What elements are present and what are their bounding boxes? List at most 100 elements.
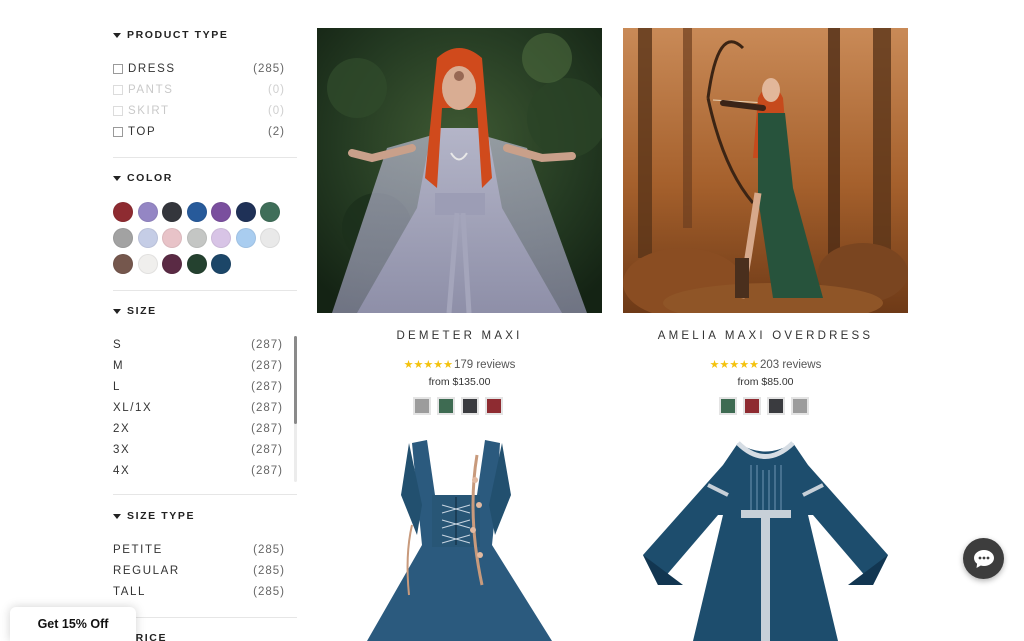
facet-price-toggle[interactable]: PRICE — [113, 630, 297, 641]
chat-bubble-icon — [973, 549, 994, 568]
facet-color-toggle[interactable]: COLOR — [113, 170, 297, 186]
color-swatch-lavender[interactable] — [137, 202, 158, 222]
facet-title: COLOR — [127, 172, 173, 184]
product-title[interactable]: AMELIA MAXI OVERDRESS — [623, 330, 908, 342]
product-rating[interactable]: ★★★★★ 179 reviews — [317, 358, 602, 372]
product-swatch[interactable] — [719, 397, 737, 415]
product-card: AMELIA MAXI OVERDRESS ★★★★★ 203 reviews … — [623, 28, 908, 418]
product-title[interactable]: DEMETER MAXI — [317, 330, 602, 342]
facet-size: SIZE S (287) M (287) L (287) XL/1X (287) 2X (287)… — [113, 303, 297, 495]
filter-option-size-2x[interactable]: 2X (287) — [113, 418, 283, 439]
caret-down-icon — [113, 175, 121, 181]
color-swatch-grey[interactable] — [113, 228, 133, 248]
product-photo-blue-laced-dress — [317, 435, 602, 641]
option-count: (285) — [253, 564, 285, 577]
filter-sidebar: PRODUCT TYPE DRESS (285) PANTS (0) SKIRT… — [113, 0, 297, 641]
color-swatch-charcoal[interactable] — [162, 202, 182, 222]
color-swatch-plum[interactable] — [162, 254, 182, 274]
product-card — [317, 435, 602, 641]
caret-down-icon — [113, 308, 121, 314]
product-swatch[interactable] — [791, 397, 809, 415]
product-swatch[interactable] — [767, 397, 785, 415]
color-swatch-grid — [113, 202, 280, 274]
facet-product-type: PRODUCT TYPE DRESS (285) PANTS (0) SKIRT… — [113, 27, 297, 158]
size-scrollbar-thumb[interactable] — [294, 336, 297, 424]
option-label: SKIRT — [128, 104, 170, 117]
product-color-swatches — [719, 397, 809, 415]
product-image[interactable] — [317, 435, 602, 641]
chat-launcher-button[interactable] — [963, 538, 1004, 579]
product-swatch-fill — [793, 399, 807, 413]
product-image[interactable] — [317, 28, 602, 313]
product-swatch[interactable] — [743, 397, 761, 415]
filter-option-petite[interactable]: PETITE (285) — [113, 539, 285, 560]
filter-option-top[interactable]: TOP (2) — [113, 121, 285, 142]
option-count: (287) — [251, 422, 283, 435]
product-card: DEMETER MAXI ★★★★★ 179 reviews from $135… — [317, 28, 602, 418]
filter-option-regular[interactable]: REGULAR (285) — [113, 560, 285, 581]
product-swatch[interactable] — [485, 397, 503, 415]
product-swatch-fill — [463, 399, 477, 413]
filter-option-size-3x[interactable]: 3X (287) — [113, 439, 283, 460]
option-count: (285) — [253, 62, 285, 75]
filter-option-tall[interactable]: TALL (285) — [113, 581, 285, 602]
product-swatch[interactable] — [437, 397, 455, 415]
facet-color: COLOR — [113, 170, 297, 291]
option-label: TALL — [113, 585, 147, 598]
filter-option-size-l[interactable]: L (287) — [113, 376, 283, 397]
facet-size-type-toggle[interactable]: SIZE TYPE — [113, 508, 297, 524]
option-count: (0) — [267, 104, 285, 117]
color-swatch-red[interactable] — [113, 202, 133, 222]
product-swatch[interactable] — [413, 397, 431, 415]
color-swatch-light-blue[interactable] — [137, 228, 158, 248]
facet-title: SIZE — [127, 305, 157, 317]
filter-option-size-s[interactable]: S (287) — [113, 334, 283, 355]
product-rating[interactable]: ★★★★★ 203 reviews — [623, 358, 908, 372]
product-swatch[interactable] — [461, 397, 479, 415]
option-label: M — [113, 359, 125, 372]
color-swatch-forest[interactable] — [186, 254, 207, 274]
color-swatch-ivory[interactable] — [137, 254, 158, 274]
filter-option-size-xl-1x[interactable]: XL/1X (287) — [113, 397, 283, 418]
color-swatch-brown[interactable] — [113, 254, 133, 274]
filter-option-dress[interactable]: DRESS (285) — [113, 58, 285, 79]
color-swatch-navy[interactable] — [235, 202, 256, 222]
option-label: PETITE — [113, 543, 163, 556]
option-label: DRESS — [128, 62, 176, 75]
discount-promo-button[interactable]: Get 15% Off — [10, 607, 136, 641]
option-label: XL/1X — [113, 401, 153, 414]
color-swatch-light-purple[interactable] — [211, 228, 231, 248]
facet-size-type: SIZE TYPE PETITE (285) REGULAR (285) TAL… — [113, 508, 297, 618]
option-count: (287) — [251, 401, 283, 414]
product-swatch-fill — [439, 399, 453, 413]
option-label: S — [113, 338, 123, 351]
filter-option-size-m[interactable]: M (287) — [113, 355, 283, 376]
facet-title: SIZE TYPE — [127, 510, 196, 522]
filter-option-size-4x[interactable]: 4X (287) — [113, 460, 283, 481]
product-swatch-fill — [721, 399, 735, 413]
color-swatch-white[interactable] — [260, 228, 280, 248]
checkbox[interactable] — [113, 126, 123, 137]
color-swatch-blue[interactable] — [186, 202, 207, 222]
color-swatch-silver[interactable] — [186, 228, 207, 248]
color-swatch-green[interactable] — [260, 202, 280, 222]
product-image[interactable] — [623, 435, 908, 641]
product-image[interactable] — [623, 28, 908, 313]
product-photo-demeter — [317, 28, 602, 313]
caret-down-icon — [113, 32, 121, 38]
color-swatch-teal-navy[interactable] — [211, 254, 231, 274]
color-swatch-pink[interactable] — [162, 228, 182, 248]
option-count: (287) — [251, 464, 283, 477]
facet-size-toggle[interactable]: SIZE — [113, 303, 297, 319]
color-swatch-sky[interactable] — [235, 228, 256, 248]
facet-product-type-toggle[interactable]: PRODUCT TYPE — [113, 27, 297, 43]
review-count: 203 reviews — [759, 358, 822, 371]
option-label: L — [113, 380, 121, 393]
review-count: 179 reviews — [453, 358, 516, 371]
product-price: from $85.00 — [737, 376, 794, 388]
filter-option-pants: PANTS (0) — [113, 79, 285, 100]
color-swatch-purple[interactable] — [211, 202, 231, 222]
product-color-swatches — [413, 397, 503, 415]
checkbox[interactable] — [113, 63, 123, 74]
product-swatch-fill — [745, 399, 759, 413]
